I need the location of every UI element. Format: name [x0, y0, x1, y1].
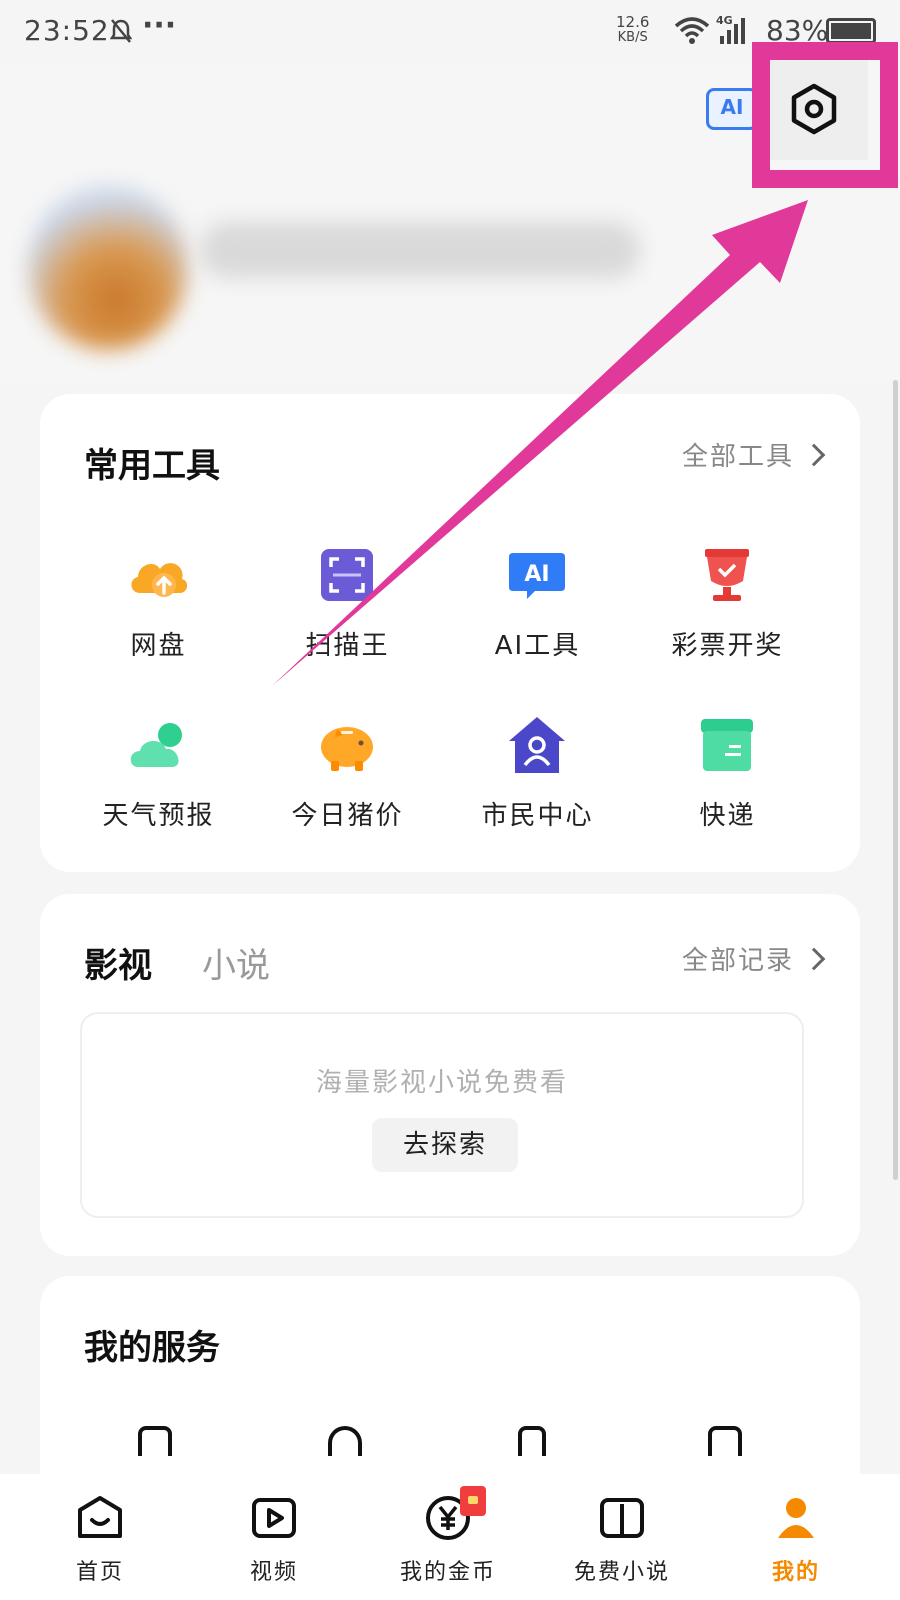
svg-text:AI: AI: [524, 562, 549, 587]
nav-label: 免费小说: [573, 1560, 670, 1585]
tool-label: 市民中心: [481, 801, 594, 831]
all-tools-label: 全部工具: [681, 442, 794, 472]
tool-label: 网盘: [130, 631, 187, 661]
scan-icon: [321, 549, 373, 601]
speed-unit: KB/S: [617, 30, 648, 45]
svg-text:4G: 4G: [716, 14, 733, 27]
weather-icon: [130, 723, 182, 767]
book-icon: [600, 1498, 644, 1538]
nav-coins[interactable]: 我的金币: [368, 1474, 528, 1600]
username-blurred: [200, 222, 640, 278]
trophy-icon: [705, 549, 749, 601]
tool-label: 快递: [699, 801, 756, 831]
chevron-right-icon: [802, 443, 826, 466]
nav-label: 我的: [771, 1560, 820, 1585]
tools-title: 常用工具: [84, 446, 220, 486]
tool-ai[interactable]: AI AI工具: [435, 529, 640, 679]
tools-card: 常用工具 全部工具 网盘 扫描王 AI AI工具 彩票开奖 天气预报 今日猪价 …: [40, 394, 860, 872]
ai-chat-icon: AI: [509, 553, 565, 599]
bottom-nav: 首页 视频 我的金币 免费小说 我的: [0, 1474, 900, 1600]
services-icons-row: [40, 1426, 860, 1456]
delivery-box-icon: [701, 719, 753, 771]
all-records-label: 全部记录: [681, 946, 794, 976]
tool-netdisk[interactable]: 网盘: [56, 529, 261, 679]
tool-scanner[interactable]: 扫描王: [245, 529, 450, 679]
avatar[interactable]: [28, 185, 188, 350]
all-tools-link[interactable]: 全部工具: [681, 436, 826, 473]
speed-value: 12.6: [616, 13, 650, 31]
all-records-link[interactable]: 全部记录: [681, 940, 826, 977]
nav-label: 首页: [75, 1560, 124, 1585]
service-item-icon[interactable]: [518, 1426, 546, 1456]
services-title: 我的服务: [84, 1328, 220, 1368]
tool-label: AI工具: [494, 631, 581, 661]
red-envelope-badge: [460, 1486, 486, 1516]
nav-video[interactable]: 视频: [194, 1474, 354, 1600]
tool-lottery[interactable]: 彩票开奖: [625, 529, 830, 679]
scrollbar[interactable]: [893, 380, 898, 1180]
service-item-icon[interactable]: [328, 1426, 362, 1456]
nav-home[interactable]: 首页: [20, 1474, 180, 1600]
tool-weather[interactable]: 天气预报: [56, 699, 261, 849]
screen: 23:52 ··· 12.6 KB/S 4G 83% AI 常用工具 全部工具 …: [0, 0, 900, 1600]
tool-label: 今日猪价: [291, 801, 404, 831]
play-icon: [252, 1498, 296, 1538]
wifi-icon: [674, 17, 710, 44]
battery-icon: [826, 18, 876, 44]
tool-label: 天气预报: [102, 801, 215, 831]
status-time: 23:52: [24, 14, 110, 47]
cloud-upload-icon: [131, 563, 188, 597]
explore-button[interactable]: 去探索: [372, 1118, 518, 1172]
tab-movies[interactable]: 影视: [84, 938, 152, 987]
service-item-icon[interactable]: [708, 1426, 742, 1456]
ai-assistant-button[interactable]: AI: [706, 88, 758, 130]
tool-citizen-center[interactable]: 市民中心: [435, 699, 640, 849]
tool-pig-price[interactable]: 今日猪价: [245, 699, 450, 849]
chevron-right-icon: [802, 947, 826, 970]
bell-muted-icon: [110, 19, 132, 43]
media-empty-state: 海量影视小说免费看 去探索: [80, 1012, 804, 1218]
network-speed: 12.6 KB/S: [616, 14, 649, 46]
ai-badge-label: AI: [720, 95, 744, 119]
nav-me[interactable]: 我的: [716, 1474, 876, 1600]
nav-label: 我的金币: [399, 1560, 496, 1585]
tool-label: 彩票开奖: [671, 631, 784, 661]
profile-icon: [778, 1498, 814, 1538]
signal-icon: 4G: [716, 14, 745, 44]
home-icon: [78, 1496, 122, 1538]
piggy-icon: [321, 727, 373, 771]
tab-novels[interactable]: 小说: [202, 938, 270, 987]
empty-state-text: 海量影视小说免费看: [315, 1068, 568, 1098]
media-card: 影视 小说 全部记录 海量影视小说免费看 去探索: [40, 894, 860, 1256]
citizen-home-icon: [509, 717, 565, 773]
nav-free-novels[interactable]: 免费小说: [542, 1474, 702, 1600]
service-item-icon[interactable]: [138, 1426, 172, 1456]
tool-delivery[interactable]: 快递: [625, 699, 830, 849]
status-more-dots: ···: [142, 8, 177, 43]
nav-label: 视频: [249, 1560, 298, 1585]
tool-label: 扫描王: [305, 631, 390, 661]
annotation-highlight-box: [752, 42, 898, 188]
